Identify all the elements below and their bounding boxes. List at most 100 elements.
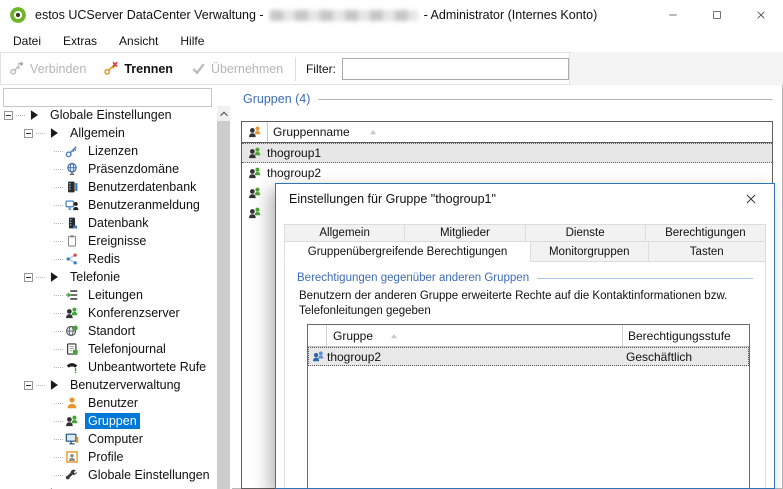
bernehmen-button[interactable]: Übernehmen	[182, 53, 292, 84]
menu-item-hilfe[interactable]: Hilfe	[169, 31, 215, 51]
section-title: Gruppen (4)	[243, 92, 310, 106]
redis-share-icon	[65, 252, 80, 267]
tree-item-redis[interactable]: Redis	[0, 250, 216, 268]
tree-expander-icon[interactable]	[4, 111, 13, 120]
scrollbar-thumb[interactable]	[217, 121, 230, 489]
menu-item-extras[interactable]: Extras	[52, 31, 108, 51]
presence-domain-globe-icon	[65, 162, 80, 177]
tab-page-cross-group-permissions: Berechtigungen gegenüber anderen Gruppen…	[284, 261, 766, 489]
tree-item-leitungen[interactable]: Leitungen	[0, 286, 216, 304]
menu-bar: DateiExtrasAnsichtHilfe	[0, 30, 783, 53]
toolbar: VerbindenTrennenÜbernehmen Filter:	[0, 52, 783, 85]
tab-dienste[interactable]: Dienste	[525, 224, 646, 242]
toolbar-button-label: Trennen	[124, 62, 173, 76]
tree-item-benutzeranmeldung[interactable]: Benutzeranmeldung	[0, 196, 216, 214]
column-berechtigungsstufe[interactable]: Berechtigungsstufe	[622, 325, 749, 346]
tree-item-label: Datenbank	[85, 215, 151, 231]
category-icon	[47, 378, 62, 393]
tab-mitglieder[interactable]: Mitglieder	[404, 224, 525, 242]
tree-item-partial[interactable]	[0, 484, 216, 489]
category-icon	[47, 126, 62, 141]
dialog-title: Einstellungen für Gruppe "thogroup1"	[289, 192, 496, 206]
tree-scrollbar[interactable]	[217, 106, 230, 489]
tree-item-standort[interactable]: Standort	[0, 322, 216, 340]
toolbar-separator	[295, 57, 296, 81]
dialog-tabs: AllgemeinMitgliederDiensteBerechtigungen…	[284, 224, 766, 262]
column-gruppenname[interactable]: Gruppenname	[273, 125, 350, 139]
tree-item-lizenzen[interactable]: Lizenzen	[0, 142, 216, 160]
tree-item-label: Benutzeranmeldung	[85, 197, 203, 213]
tree-item-computer[interactable]: Computer	[0, 430, 216, 448]
close-button[interactable]	[739, 0, 783, 30]
groups-table-header[interactable]: Gruppenname	[242, 122, 772, 143]
tree-item-ereignisse[interactable]: Ereignisse	[0, 232, 216, 250]
tree-guide-line	[54, 205, 63, 206]
tab-gruppen-bergreifende-berechtigungen[interactable]: Gruppenübergreifende Berechtigungen	[284, 241, 531, 262]
tree-item-label: Telefonie	[67, 269, 123, 285]
tree-guide-line	[54, 403, 63, 404]
group-row-thogroup2[interactable]: thogroup2	[242, 163, 772, 183]
toolbar-button-label: Verbinden	[30, 62, 86, 76]
sort-asc-icon	[387, 329, 401, 343]
group-row-thogroup1[interactable]: thogroup1	[242, 143, 772, 163]
tree-item-globale-einstellungen[interactable]: Globale Einstellungen	[0, 466, 216, 484]
tree-guide-line	[54, 313, 63, 314]
tree-item-allgemein[interactable]: Allgemein	[0, 124, 216, 142]
permission-row-thogroup2[interactable]: thogroup2Geschäftlich	[308, 347, 749, 366]
tree-item-telefonjournal[interactable]: Telefonjournal	[0, 340, 216, 358]
tree-guide-line	[54, 439, 63, 440]
tree-item-gruppen[interactable]: Gruppen	[0, 412, 216, 430]
tree-item-benutzer[interactable]: Benutzer	[0, 394, 216, 412]
tree-item-telefonie[interactable]: Telefonie	[0, 268, 216, 286]
tree-guide-line	[54, 457, 63, 458]
tree-guide-line	[36, 385, 45, 386]
minimize-button[interactable]	[651, 0, 695, 30]
tree-item-benutzerdatenbank[interactable]: Benutzerdatenbank	[0, 178, 216, 196]
filter-input[interactable]	[342, 58, 569, 80]
section-rule	[318, 99, 773, 100]
menu-item-ansicht[interactable]: Ansicht	[108, 31, 169, 51]
tree-item-benutzerverwaltung[interactable]: Benutzerverwaltung	[0, 376, 216, 394]
maximize-button[interactable]	[695, 0, 739, 30]
tree-item-globale-einstellungen[interactable]: Globale Einstellungen	[0, 106, 216, 124]
tree-item-profile[interactable]: Profile	[0, 448, 216, 466]
tree-item-konferenzserver[interactable]: Konferenzserver	[0, 304, 216, 322]
tree-expander-icon[interactable]	[24, 273, 33, 282]
tab-row-2: Gruppenübergreifende BerechtigungenMonit…	[284, 242, 766, 262]
tree-item-label: Redis	[85, 251, 123, 267]
navigation-tree: Globale EinstellungenAllgemeinLizenzenPr…	[0, 106, 216, 489]
scrollbar-up-button[interactable]	[217, 106, 230, 121]
groups-header-icon-cell	[242, 122, 268, 142]
tab-allgemein[interactable]: Allgemein	[284, 224, 405, 242]
sort-asc-icon	[366, 125, 380, 139]
trennen-button[interactable]: Trennen	[95, 53, 182, 84]
people-icon	[248, 125, 262, 139]
window-title: estos UCServer DataCenter Verwaltung - -…	[35, 8, 597, 22]
tree-expander-icon[interactable]	[24, 381, 33, 390]
chevron-up-icon	[217, 107, 231, 121]
conference-people-icon	[65, 306, 80, 321]
tree-item-datenbank[interactable]: Datenbank	[0, 214, 216, 232]
permissions-table-header[interactable]: Gruppe Berechtigungsstufe	[308, 325, 749, 347]
tree-search-input[interactable]	[3, 88, 212, 107]
tab-berechtigungen[interactable]: Berechtigungen	[645, 224, 766, 242]
tab-monitorgruppen[interactable]: Monitorgruppen	[530, 241, 649, 262]
tree-item-pr-senzdom-ne[interactable]: Präsenzdomäne	[0, 160, 216, 178]
computer-monitor-icon	[65, 432, 80, 447]
app-logo-icon	[9, 6, 27, 24]
dialog-close-button[interactable]	[741, 189, 761, 209]
permission-group-name: thogroup2	[327, 350, 381, 364]
database-icon	[65, 216, 80, 231]
tree-item-label: Gruppen	[85, 413, 140, 429]
verbinden-button[interactable]: Verbinden	[1, 53, 95, 84]
tree-expander-icon[interactable]	[24, 129, 33, 138]
tree-item-unbeantwortete-rufe[interactable]: Unbeantwortete Rufe	[0, 358, 216, 376]
menu-item-datei[interactable]: Datei	[2, 31, 52, 51]
tab-tasten[interactable]: Tasten	[648, 241, 767, 262]
sort-ascending-icon	[387, 329, 401, 343]
missed-calls-phone-icon	[65, 360, 80, 375]
people-icon	[309, 350, 327, 363]
tree-guide-line	[54, 187, 63, 188]
group-name: thogroup2	[267, 166, 321, 180]
column-gruppe[interactable]: Gruppe	[333, 329, 373, 343]
